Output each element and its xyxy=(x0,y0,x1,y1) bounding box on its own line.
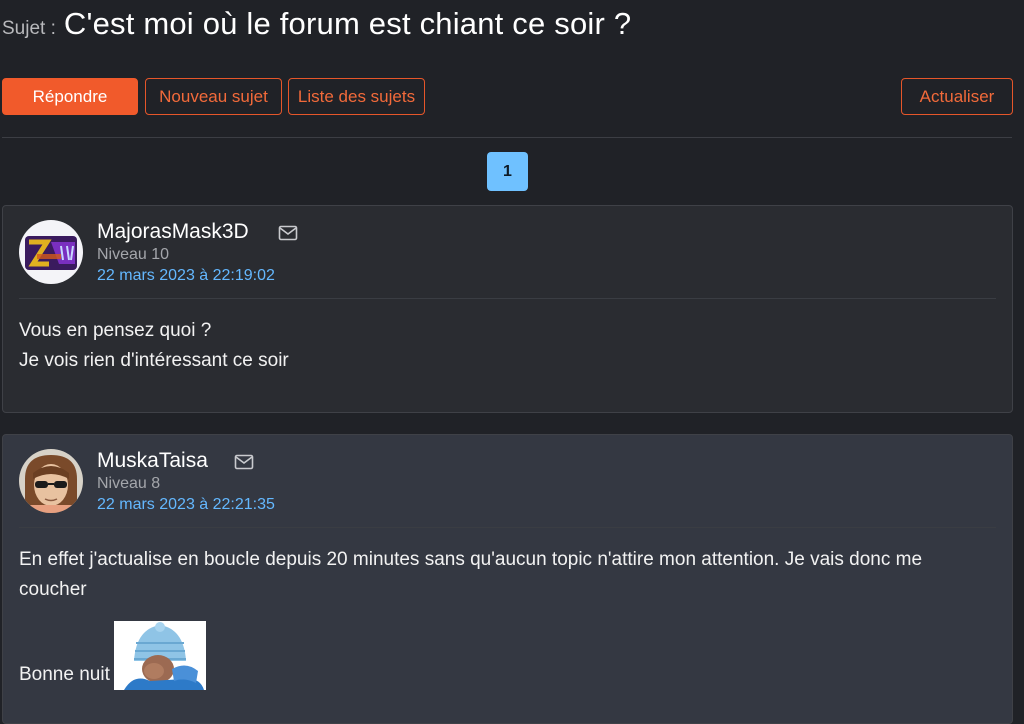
topic-header: Sujet : C'est moi où le forum est chiant… xyxy=(2,6,631,46)
avatar-image xyxy=(19,220,83,284)
post-body: En effet j'actualise en boucle depuis 20… xyxy=(19,545,989,690)
mail-icon[interactable] xyxy=(278,225,298,241)
post-level: Niveau 8 xyxy=(97,475,161,492)
post-level: Niveau 10 xyxy=(97,246,170,263)
post-separator xyxy=(19,527,996,528)
forum-post: MuskaTaisa Niveau 8 22 mars 2023 à 22:21… xyxy=(2,434,1013,724)
refresh-button[interactable]: Actualiser xyxy=(901,78,1013,115)
topic-label: Sujet : xyxy=(2,18,56,39)
avatar[interactable] xyxy=(19,449,83,513)
post-date[interactable]: 22 mars 2023 à 22:19:02 xyxy=(97,267,275,285)
post-line: Vous en pensez quoi ? xyxy=(19,320,212,341)
topic-list-button[interactable]: Liste des sujets xyxy=(288,78,425,115)
mail-icon[interactable] xyxy=(234,454,254,470)
topic-title: C'est moi où le forum est chiant ce soir… xyxy=(63,6,632,41)
post-separator xyxy=(19,298,996,299)
post-username[interactable]: MuskaTaisa xyxy=(97,449,208,473)
post-line: En effet j'actualise en boucle depuis 20… xyxy=(19,549,923,600)
page-button-current[interactable]: 1 xyxy=(487,152,528,191)
post-date[interactable]: 22 mars 2023 à 22:21:35 xyxy=(97,496,275,514)
post-body: Vous en pensez quoi ? Je vois rien d'int… xyxy=(19,316,289,376)
toolbar-divider xyxy=(2,137,1012,138)
post-username[interactable]: MajorasMask3D xyxy=(97,220,249,244)
sticker-image xyxy=(113,621,206,690)
forum-post: MajorasMask3D Niveau 10 22 mars 2023 à 2… xyxy=(2,205,1013,413)
post-line: Bonne nuit xyxy=(19,664,110,685)
avatar-image xyxy=(19,449,83,513)
new-topic-button[interactable]: Nouveau sujet xyxy=(145,78,282,115)
post-line: Je vois rien d'intéressant ce soir xyxy=(19,350,289,371)
reply-button[interactable]: Répondre xyxy=(2,78,138,115)
avatar[interactable] xyxy=(19,220,83,284)
